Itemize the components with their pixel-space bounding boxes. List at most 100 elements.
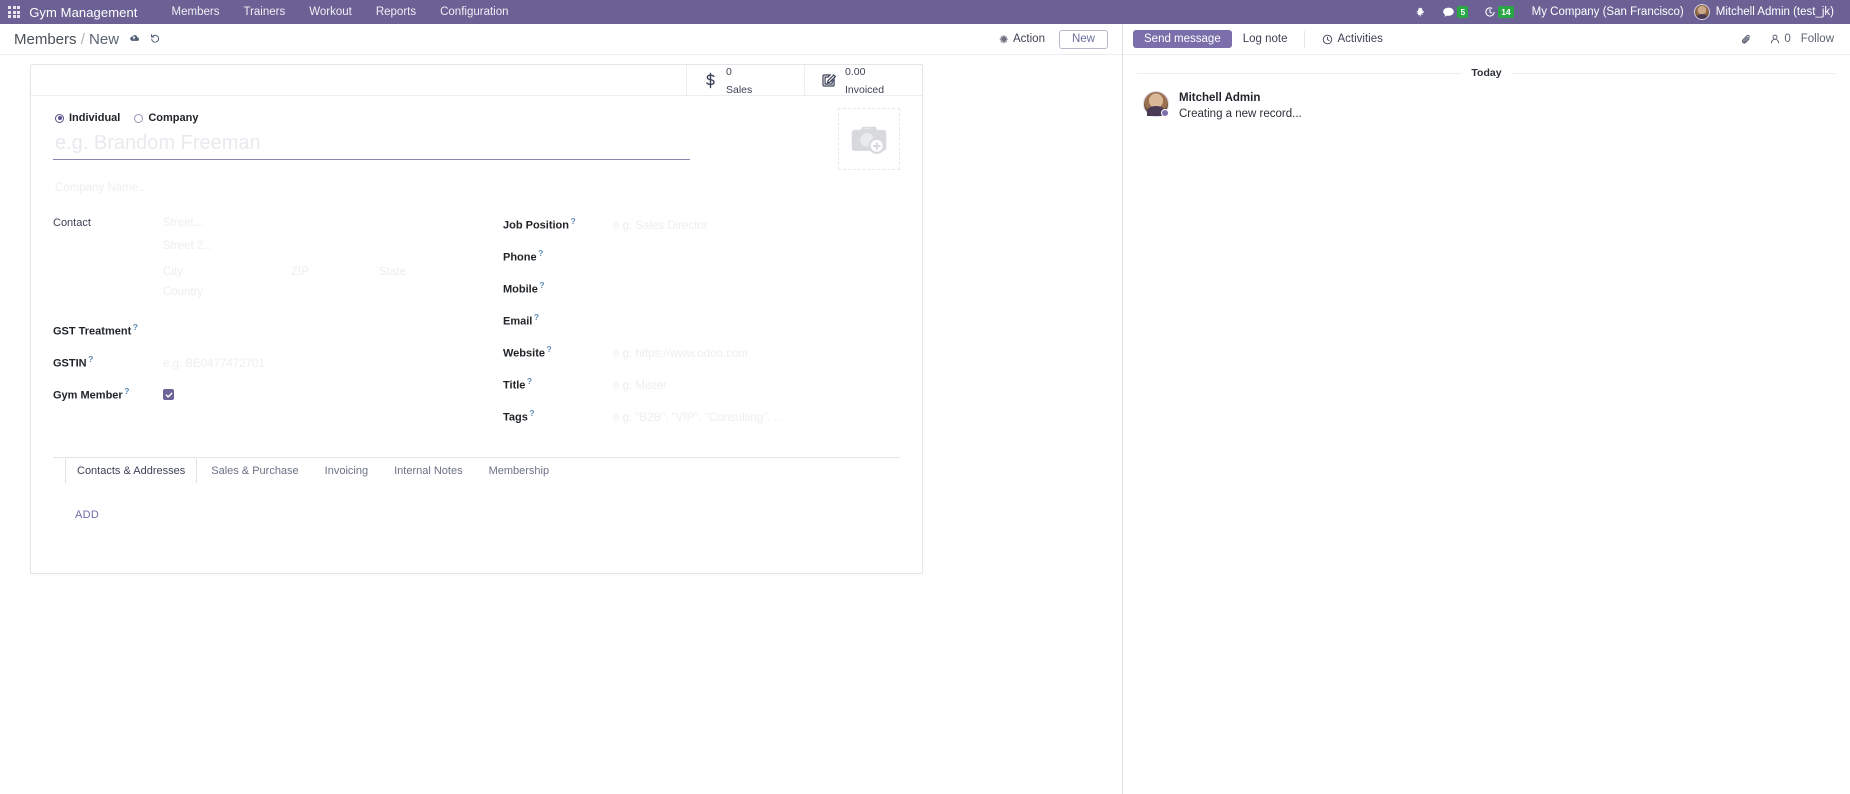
help-icon-email[interactable]: ? <box>534 312 539 322</box>
activities-button[interactable]: Activities <box>1311 30 1393 48</box>
email-input[interactable] <box>613 314 873 329</box>
tab-contacts-addresses[interactable]: Contacts & Addresses <box>65 457 198 483</box>
country-input[interactable] <box>163 285 343 299</box>
gym-member-label-text: Gym Member <box>53 389 123 402</box>
stat-sales-value: 0 <box>726 66 732 78</box>
stat-button-invoiced[interactable]: 0.00 Invoiced <box>804 65 922 96</box>
zip-cell <box>291 262 379 280</box>
field-row-country <box>53 285 491 308</box>
attachment-button[interactable] <box>1734 33 1759 46</box>
pencil-square-icon <box>821 72 837 88</box>
follow-button[interactable]: Follow <box>1801 33 1840 45</box>
title-label: Title? <box>503 376 613 392</box>
partner-type-radio-group: Individual Company <box>55 112 900 124</box>
menu-item-members[interactable]: Members <box>160 0 232 24</box>
gstin-label: GSTIN? <box>53 354 163 370</box>
phone-label: Phone? <box>503 248 613 264</box>
apps-grid-icon[interactable] <box>8 5 21 19</box>
help-icon-gym-member[interactable]: ? <box>124 386 129 396</box>
followers-button[interactable]: 0 <box>1763 33 1796 45</box>
form-sheet: 0 Sales 0.00 Invoiced Individual Company… <box>30 64 923 574</box>
title-input[interactable] <box>613 378 873 393</box>
control-panel-right: Action New <box>999 29 1108 49</box>
help-icon-job-position[interactable]: ? <box>571 216 576 226</box>
form-panel: Members / New Action New 0 Sales 0.00 In… <box>0 24 1123 794</box>
tab-membership[interactable]: Membership <box>477 457 562 483</box>
tab-sales-purchase[interactable]: Sales & Purchase <box>199 457 310 483</box>
undo-icon[interactable] <box>149 32 161 44</box>
tab-internal-notes[interactable]: Internal Notes <box>382 457 474 483</box>
activities-button-label: Activities <box>1337 33 1383 45</box>
message-content: Mitchell Admin Creating a new record... <box>1179 91 1302 122</box>
menu-item-reports[interactable]: Reports <box>364 0 428 24</box>
help-icon-gst-treatment[interactable]: ? <box>133 322 138 332</box>
bug-icon[interactable] <box>1407 0 1434 24</box>
stat-invoiced-value: 0.00 <box>845 66 866 78</box>
stat-button-sales[interactable]: 0 Sales <box>686 65 804 96</box>
help-icon-tags[interactable]: ? <box>529 408 534 418</box>
name-input[interactable] <box>53 130 690 160</box>
log-note-button[interactable]: Log note <box>1232 30 1299 48</box>
help-icon-website[interactable]: ? <box>546 344 551 354</box>
sheet-inner: Individual Company e.g. Brandom Freeman … <box>31 96 922 573</box>
job-position-input[interactable] <box>613 218 873 233</box>
send-message-button[interactable]: Send message <box>1133 30 1232 48</box>
radio-company-dot <box>134 113 144 123</box>
tags-input[interactable] <box>613 410 893 425</box>
help-icon-mobile[interactable]: ? <box>539 280 544 290</box>
street-input[interactable] <box>163 216 453 230</box>
activities-badge: 14 <box>1498 6 1514 18</box>
radio-company[interactable]: Company <box>134 112 198 124</box>
left-column: Contact Street... Street 2... City ZIP S… <box>53 216 499 431</box>
company-switcher[interactable]: My Company (San Francisco) <box>1522 6 1694 18</box>
menu-item-configuration[interactable]: Configuration <box>428 0 520 24</box>
company-name-input[interactable] <box>53 178 483 196</box>
gstin-input[interactable] <box>163 356 363 371</box>
tags-label: Tags? <box>503 408 613 424</box>
new-button[interactable]: New <box>1058 29 1108 49</box>
activities-counter[interactable]: 14 <box>1476 0 1521 24</box>
breadcrumb: Members / New <box>14 31 161 48</box>
radio-individual[interactable]: Individual <box>55 112 120 124</box>
menu-item-trainers[interactable]: Trainers <box>231 0 297 24</box>
website-input[interactable] <box>613 346 873 361</box>
user-name: Mitchell Admin (test_jk) <box>1715 6 1834 18</box>
zip-input[interactable] <box>291 265 363 279</box>
help-icon-gstin[interactable]: ? <box>88 354 93 364</box>
day-separator-line-left <box>1137 72 1462 74</box>
state-cell <box>379 262 499 280</box>
chatter-divider <box>1304 30 1306 48</box>
field-row-tags: Tags? <box>503 408 900 431</box>
breadcrumb-text: Members / New <box>14 31 119 48</box>
help-icon-phone[interactable]: ? <box>538 248 543 258</box>
notebook-tabs: Contacts & Addresses Sales & Purchase In… <box>53 457 900 483</box>
field-row-street2 <box>53 239 491 262</box>
user-icon <box>1771 34 1780 44</box>
image-upload-box[interactable] <box>838 108 900 170</box>
cloud-upload-icon[interactable] <box>128 32 140 44</box>
gst-treatment-input[interactable] <box>163 324 363 339</box>
user-menu[interactable]: Mitchell Admin (test_jk) <box>1693 4 1840 20</box>
tab-invoicing[interactable]: Invoicing <box>313 457 380 483</box>
day-separator: Today <box>1137 67 1836 79</box>
mobile-input[interactable] <box>613 282 873 297</box>
title-label-text: Title <box>503 379 526 392</box>
phone-input[interactable] <box>613 250 873 265</box>
gym-member-checkbox[interactable] <box>163 389 174 401</box>
breadcrumb-root[interactable]: Members <box>14 31 77 48</box>
breadcrumb-separator: / <box>80 30 85 48</box>
menu-item-workout[interactable]: Workout <box>297 0 364 24</box>
street2-input[interactable] <box>163 239 453 253</box>
message-avatar <box>1143 91 1169 117</box>
app-brand[interactable]: Gym Management <box>29 5 137 20</box>
action-button[interactable]: Action <box>999 33 1045 45</box>
radio-company-label: Company <box>148 112 199 124</box>
help-icon-title[interactable]: ? <box>527 376 532 386</box>
messages-counter[interactable]: 5 <box>1434 0 1476 24</box>
field-row-city-zip-state <box>53 262 499 285</box>
city-zip-state-group <box>163 262 499 280</box>
add-contact-button[interactable]: ADD <box>75 509 99 521</box>
email-label: Email? <box>503 312 613 328</box>
city-input[interactable] <box>163 265 293 279</box>
state-input[interactable] <box>379 265 499 279</box>
